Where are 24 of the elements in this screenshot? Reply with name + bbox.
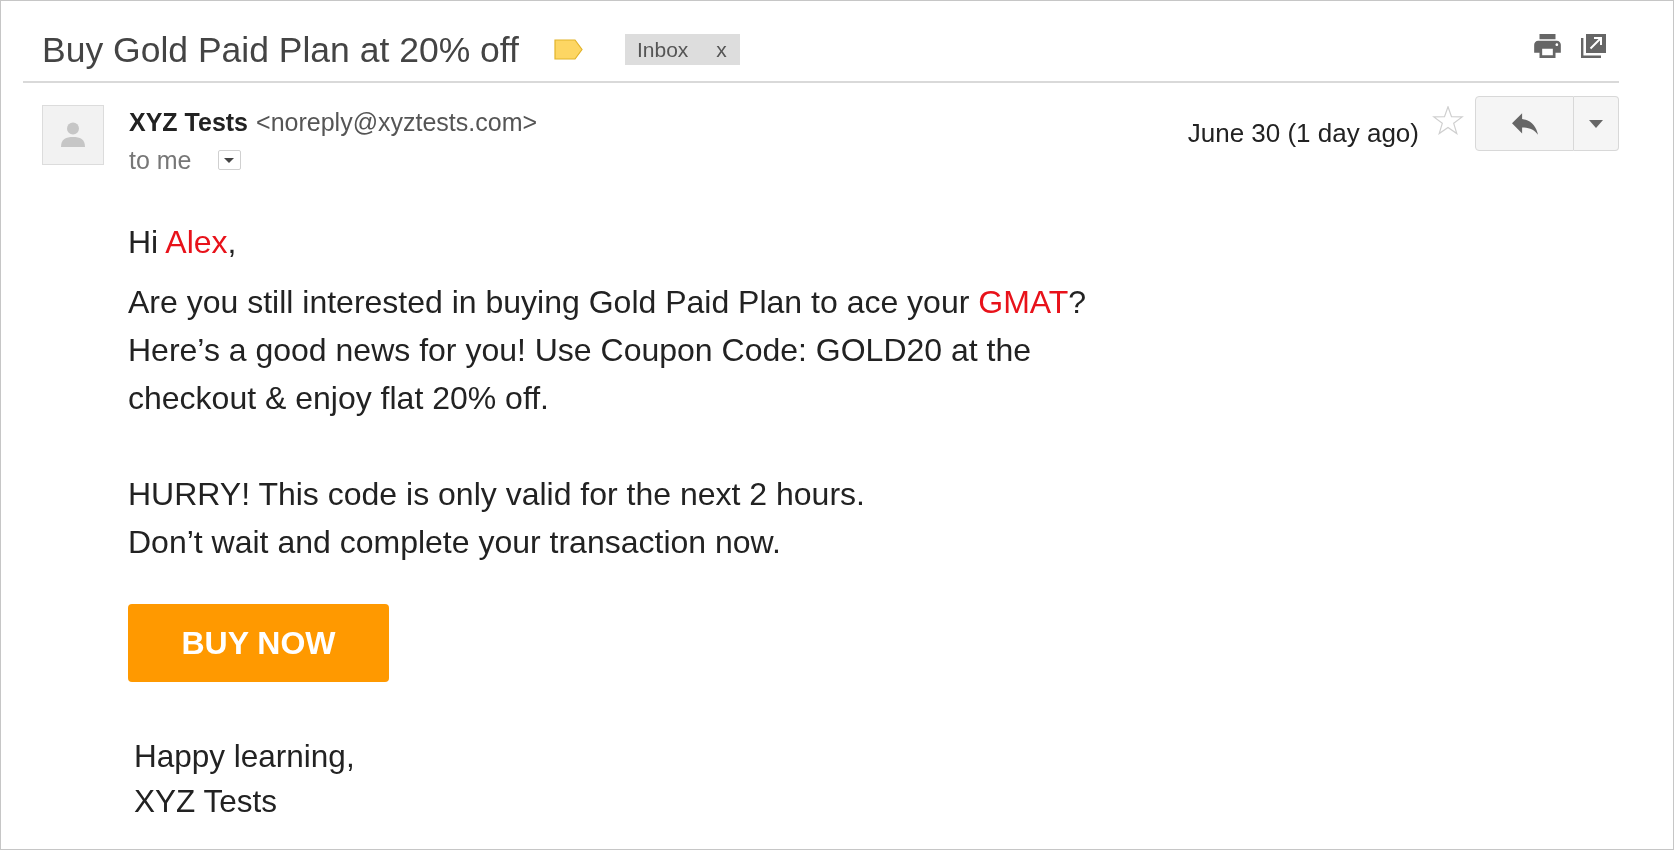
star-icon[interactable] (1432, 106, 1464, 135)
date-text: June 30 (1 day ago) (1187, 118, 1419, 148)
sender-name: XYZ Tests (129, 107, 249, 138)
details-button[interactable] (217, 150, 241, 170)
avatar-icon (42, 105, 104, 165)
more-options-button[interactable] (1574, 96, 1619, 151)
signature-text: XYZ Tests (134, 782, 277, 821)
new-window-icon[interactable] (1581, 34, 1606, 58)
label-text: Inbox (636, 37, 689, 62)
print-icon[interactable] (1533, 34, 1562, 58)
body-text: Are you still interested in buying Gold Paid Plan to ace your GMAT? (128, 283, 1087, 322)
caret-icon (1589, 119, 1603, 128)
greeting-text: Hi Alex, (128, 223, 237, 262)
email-subject: Buy Gold Paid Plan at 20% off (42, 29, 519, 70)
body-text: Here’s a good news for you! Use Coupon Code: GOLD20 at the checkout & enjoy flat 20% off. (128, 331, 1033, 418)
sender-email: <noreply@xyztests.com> (256, 107, 538, 138)
reply-icon (1511, 112, 1538, 135)
body-text: HURRY! This code is only valid for the next 2 hours. (128, 475, 865, 514)
recipient-text: to me (129, 145, 192, 176)
remove-label-button[interactable]: x (716, 37, 727, 62)
reply-button[interactable] (1475, 96, 1574, 151)
signature-text: Happy learning, (134, 737, 355, 776)
body-text: Don’t wait and complete your transaction now. (128, 523, 781, 562)
caret-icon (224, 157, 235, 163)
